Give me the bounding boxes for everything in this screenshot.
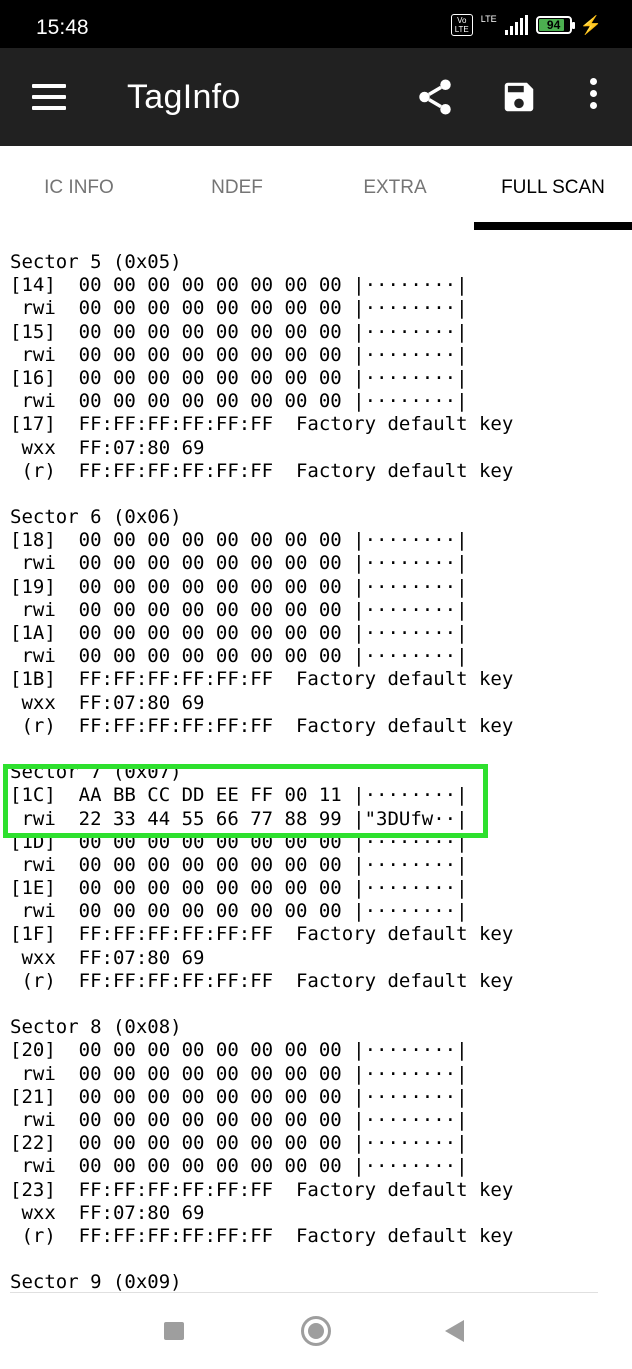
tab-bar: IC INFO NDEF EXTRA FULL SCAN	[0, 146, 632, 230]
signal-icon	[504, 15, 528, 35]
scan-line: rwi 00 00 00 00 00 00 00 00 |········|	[10, 1062, 468, 1085]
scan-line: Sector 5 (0x05)	[10, 251, 182, 273]
battery-icon: 94	[535, 16, 575, 34]
scan-line: rwi 00 00 00 00 00 00 00 00 |········|	[10, 1155, 468, 1178]
recents-square-icon[interactable]	[164, 1322, 184, 1340]
scan-line: [21] 00 00 00 00 00 00 00 00 |········|	[10, 1085, 468, 1108]
scan-line: rwi 00 00 00 00 00 00 00 00 |········|	[10, 598, 468, 621]
scan-line: [19] 00 00 00 00 00 00 00 00 |········|	[10, 575, 468, 598]
app-bar: TagInfo	[0, 48, 632, 146]
scan-line: [23] FF:FF:FF:FF:FF:FF Factory default k…	[10, 1178, 514, 1201]
status-icons: Vo LTE LTE 94 ⚡	[450, 14, 602, 36]
scan-line: Sector 9 (0x09)	[10, 1271, 182, 1292]
status-bar: 15:48 Vo LTE LTE 94 ⚡	[0, 0, 632, 48]
scan-line: rwi 00 00 00 00 00 00 00 00 |········|	[10, 1108, 468, 1131]
charging-bolt-icon: ⚡	[579, 14, 602, 35]
scan-line: rwi 00 00 00 00 00 00 00 00 |········|	[10, 900, 468, 923]
scan-line: [22] 00 00 00 00 00 00 00 00 |········|	[10, 1132, 468, 1155]
tab-full-scan[interactable]: FULL SCAN	[474, 146, 632, 230]
menu-icon[interactable]	[32, 84, 66, 110]
scan-line: (r) FF:FF:FF:FF:FF:FF Factory default ke…	[10, 1224, 514, 1247]
tab-ndef[interactable]: NDEF	[158, 146, 316, 230]
scan-line: [17] FF:FF:FF:FF:FF:FF Factory default k…	[10, 413, 514, 436]
scan-line: Sector 8 (0x08)	[10, 1016, 182, 1039]
scan-line	[10, 738, 513, 761]
scan-line: rwi 00 00 00 00 00 00 00 00 |········|	[10, 645, 468, 668]
app-title: TagInfo	[127, 78, 241, 116]
scan-line: (r) FF:FF:FF:FF:FF:FF Factory default ke…	[10, 459, 514, 482]
scan-line: rwi 00 00 00 00 00 00 00 00 |········|	[10, 297, 468, 320]
scan-line: wxx FF:07:80 69	[10, 1201, 205, 1224]
scan-line: [1B] FF:FF:FF:FF:FF:FF Factory default k…	[10, 668, 514, 691]
status-time: 15:48	[36, 16, 89, 39]
back-triangle-icon[interactable]	[445, 1320, 464, 1342]
scan-line: Sector 6 (0x06)	[10, 506, 182, 529]
volte-icon: Vo LTE	[450, 14, 473, 36]
scan-line: [1E] 00 00 00 00 00 00 00 00 |········|	[10, 877, 468, 900]
scan-line: (r) FF:FF:FF:FF:FF:FF Factory default ke…	[10, 714, 514, 737]
scan-line: rwi 00 00 00 00 00 00 00 00 |········|	[10, 853, 468, 876]
scan-line: [1A] 00 00 00 00 00 00 00 00 |········|	[10, 622, 468, 644]
scan-line: (r) FF:FF:FF:FF:FF:FF Factory default ke…	[10, 969, 514, 992]
scan-line: wxx FF:07:80 69	[10, 691, 205, 714]
scan-line	[10, 483, 513, 506]
battery-level: 94	[546, 18, 561, 32]
active-tab-indicator	[474, 222, 632, 230]
sector-7-highlight-box	[3, 764, 488, 838]
scan-line	[10, 1248, 513, 1271]
more-vert-icon[interactable]	[587, 78, 599, 116]
scan-line: wxx FF:07:80 69	[10, 436, 205, 459]
scan-line: [18] 00 00 00 00 00 00 00 00 |········|	[10, 529, 468, 552]
scan-line: rwi 00 00 00 00 00 00 00 00 |········|	[10, 390, 468, 413]
save-icon[interactable]	[500, 78, 538, 116]
scan-line	[10, 993, 513, 1016]
tab-extra[interactable]: EXTRA	[316, 146, 474, 230]
scan-content[interactable]: Sector 5 (0x05) [14] 00 00 00 00 00 00 0…	[0, 230, 632, 1292]
system-nav-bar	[0, 1293, 632, 1369]
scan-line: [1F] FF:FF:FF:FF:FF:FF Factory default k…	[10, 923, 514, 946]
share-icon[interactable]	[414, 76, 456, 118]
lte-label: LTE	[480, 14, 497, 24]
tab-ic-info[interactable]: IC INFO	[0, 146, 158, 230]
scan-line: rwi 00 00 00 00 00 00 00 00 |········|	[10, 343, 468, 366]
scan-line: [15] 00 00 00 00 00 00 00 00 |········|	[10, 320, 468, 343]
scan-line: wxx FF:07:80 69	[10, 946, 205, 969]
scan-line: [16] 00 00 00 00 00 00 00 00 |········|	[10, 366, 468, 389]
scan-line: rwi 00 00 00 00 00 00 00 00 |········|	[10, 552, 468, 575]
scan-line: [20] 00 00 00 00 00 00 00 00 |········|	[10, 1039, 468, 1062]
scan-line: [14] 00 00 00 00 00 00 00 00 |········|	[10, 274, 468, 297]
home-circle-icon[interactable]	[301, 1316, 331, 1346]
